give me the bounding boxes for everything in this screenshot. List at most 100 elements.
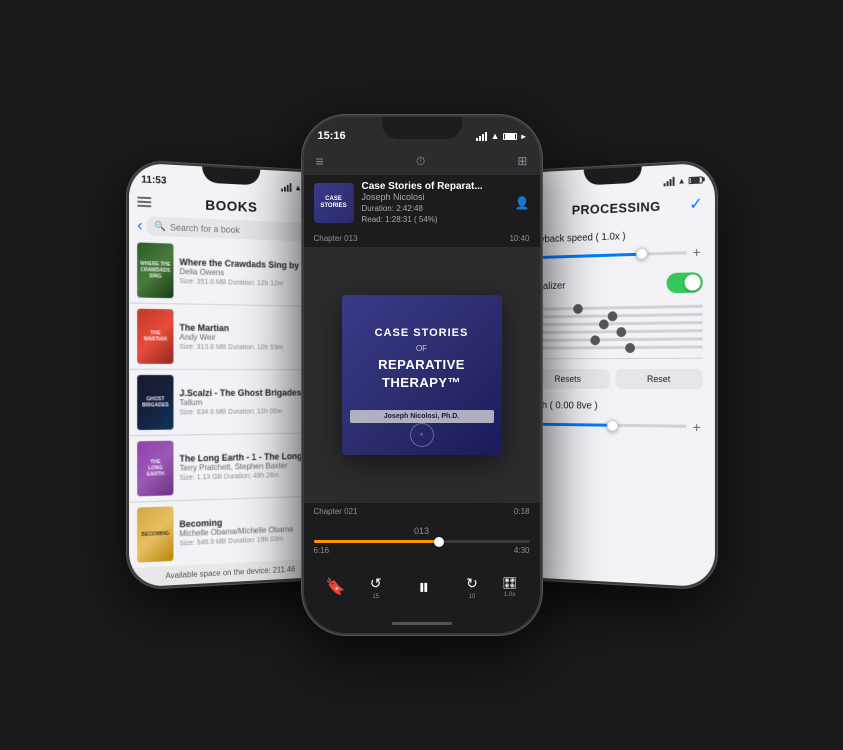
book-item-4[interactable]: THELONGEARTH The Long Earth - 1 - The Lo… — [129, 433, 329, 503]
book-item-2[interactable]: THEMARTIAN The Martian Andy Weir Size: 3… — [129, 303, 329, 370]
play-pause-button[interactable]: ⏸ — [406, 569, 442, 605]
proc-reset-button[interactable]: Reset — [615, 368, 702, 388]
book-info-4: The Long Earth - 1 - The Long Ear Terry … — [179, 451, 321, 482]
book-item-3[interactable]: GHOSTBRIGADES J.Scalzi - The Ghost Briga… — [129, 370, 329, 436]
eq-row-3 — [526, 321, 702, 326]
cover-line1: CASE STORIES — [375, 327, 469, 340]
eq-sliders — [515, 304, 715, 354]
proc-speed-plus[interactable]: + — [690, 244, 702, 261]
eq-button[interactable]: 🎛 1.0x — [502, 576, 517, 598]
progress-thumb[interactable] — [434, 537, 444, 547]
search-icon: 🔍 — [154, 221, 165, 233]
player-book-duration: Duration: 2:42:48 — [362, 204, 507, 213]
proc-signal-icon — [663, 176, 674, 186]
proc-pitch-fill — [541, 423, 612, 427]
eq-slider-4[interactable] — [526, 329, 702, 334]
player-person-icon[interactable]: 👤 — [515, 196, 530, 210]
player-menu-icon[interactable]: ≡ — [316, 153, 324, 169]
eq-slider-2[interactable] — [526, 313, 702, 319]
eq-row-5 — [526, 337, 702, 342]
menu-icon[interactable] — [137, 197, 151, 208]
proc-speed-fill — [541, 252, 641, 258]
proc-wifi-icon: ▲ — [677, 176, 685, 186]
proc-eq-toggle-section: Equalizer — [515, 272, 715, 308]
rewind-icon: ↺ — [370, 575, 382, 592]
eq-thumb-5[interactable] — [590, 335, 600, 345]
player-book-title: Case Stories of Reparat... — [362, 181, 507, 192]
eq-slider-5[interactable] — [526, 337, 702, 342]
play-pause-icon: ⏸ — [418, 574, 429, 600]
book-title-3: J.Scalzi - The Ghost Brigades — [179, 388, 321, 399]
eq-thumb-2[interactable] — [607, 311, 617, 321]
eq-row-4 — [526, 329, 702, 334]
proc-pitch-slider-row: − + — [526, 416, 702, 434]
back-button[interactable]: ‹ — [137, 216, 142, 235]
proc-pitch-section: Pitch ( 0.00 8ve ) − + — [515, 394, 715, 441]
cover-logo: ⚛ — [410, 423, 434, 447]
player-bookmark-top-icon[interactable]: ⊞ — [517, 154, 527, 168]
book-info-1: Where the Crawdads Sing by Delia Owens S… — [179, 257, 321, 289]
proc-eq-toggle-row: Equalizer — [526, 272, 702, 296]
wifi-icon: ▲ — [294, 183, 301, 192]
proc-playback-slider-row: − + — [526, 244, 702, 266]
home-indicator — [304, 613, 540, 633]
proc-speed-slider[interactable] — [541, 251, 686, 259]
proc-pitch-thumb[interactable] — [606, 419, 618, 431]
player-top-controls: ≡ ⏱ ⊞ — [304, 147, 540, 175]
chapter-next-label: Chapter 021 — [314, 507, 358, 516]
location-icon: ▸ — [521, 132, 525, 141]
eq-row-6 — [526, 345, 702, 349]
player-timer-icon[interactable]: ⏱ — [416, 154, 425, 169]
proc-pitch-slider[interactable] — [541, 423, 686, 428]
rewind-button[interactable]: ↺ 15 — [370, 575, 382, 600]
bookmark-icon: 🔖 — [326, 577, 346, 597]
forward-icon: ↻ — [466, 575, 478, 592]
search-input[interactable] — [170, 222, 314, 238]
rewind-label: 15 — [372, 594, 379, 600]
chapter-next-time: 0:18 — [514, 507, 530, 516]
center-phone: 15:16 ▲ ▸ ≡ ⏱ — [302, 115, 542, 635]
proc-playback-speed-section: Playback speed ( 1.0x ) − + — [515, 222, 715, 277]
progress-bar[interactable] — [314, 540, 530, 543]
book-item-1[interactable]: WHERE THECRAWDADSSING Where the Crawdads… — [129, 237, 329, 307]
book-cover-5: BECOMING — [137, 506, 173, 562]
book-info-2: The Martian Andy Weir Size: 313.8 MB Dur… — [179, 323, 321, 352]
proc-divider — [526, 358, 702, 359]
eq-slider-6[interactable] — [526, 345, 702, 349]
chapter-next-row: Chapter 021 0:18 — [304, 503, 540, 520]
proc-playback-speed-row: Playback speed ( 1.0x ) — [526, 228, 702, 245]
player-book-read: Read: 1:28:31 ( 54%) — [362, 215, 507, 224]
eq-thumb-4[interactable] — [616, 327, 626, 337]
home-bar — [392, 622, 452, 625]
player-mini-cover: CASESTORIES — [314, 183, 354, 223]
book-cover-3: GHOSTBRIGADES — [137, 375, 173, 430]
eq-thumb-3[interactable] — [598, 319, 608, 329]
proc-status-icons: ▲ — [663, 175, 702, 186]
cover-line2: OF — [416, 344, 427, 353]
book-meta-3: Size: 634.6 MB Duration: 11h 00m — [179, 408, 321, 416]
proc-pitch-label: Pitch ( 0.00 8ve ) — [526, 400, 702, 412]
forward-button[interactable]: ↻ 10 — [466, 575, 478, 600]
player-wifi-icon: ▲ — [491, 131, 500, 141]
proc-title: PROCESSING — [571, 198, 660, 217]
player-header-info: Case Stories of Reparat... Joseph Nicolo… — [362, 181, 507, 224]
left-time: 11:53 — [141, 174, 166, 186]
player-cover-area: CASE STORIES OF REPARATIVE THERAPY™ Jose… — [304, 247, 540, 503]
cover-line4: THERAPY™ — [382, 375, 461, 390]
eq-thumb-1[interactable] — [572, 303, 582, 313]
current-chapter-num: 013 — [314, 526, 530, 536]
time-remaining: 4:30 — [514, 546, 530, 555]
proc-pitch-plus[interactable]: + — [690, 418, 702, 434]
player-progress-area: 013 6:16 4:30 — [304, 520, 540, 561]
book-meta-4: Size: 1.13 GB Duration: 49h 28m — [179, 471, 321, 482]
proc-speed-thumb[interactable] — [635, 247, 647, 259]
left-phone: 11:53 ▲ BOOKS — [126, 160, 329, 589]
player-controls: 🔖 ↺ 15 ⏸ ↻ 10 🎛 1.0x — [304, 561, 540, 613]
bookmark-button[interactable]: 🔖 — [326, 577, 346, 597]
proc-checkmark[interactable]: ✓ — [689, 194, 703, 215]
eq-thumb-6[interactable] — [625, 342, 635, 352]
center-notch — [382, 117, 462, 139]
book-item-5[interactable]: BECOMING Becoming Michelle Obama/Michell… — [129, 496, 329, 568]
proc-eq-toggle[interactable] — [666, 272, 702, 293]
eq-slider-3[interactable] — [526, 321, 702, 326]
